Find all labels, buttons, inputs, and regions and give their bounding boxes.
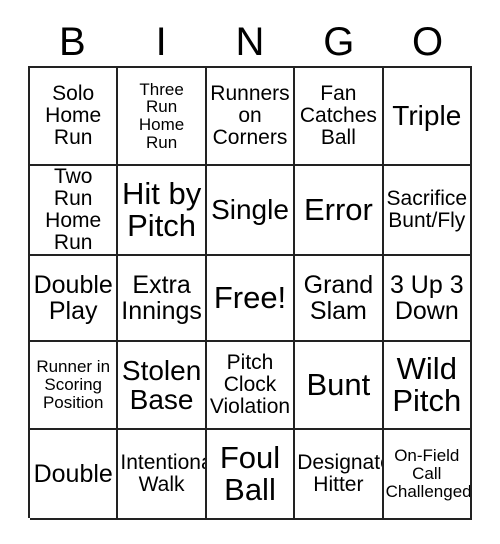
bingo-cell[interactable]: Solo Home Run: [30, 68, 119, 166]
bingo-cell[interactable]: Triple: [383, 68, 472, 166]
bingo-cell[interactable]: Intentional Walk: [118, 430, 207, 520]
bingo-free-cell[interactable]: Free!: [206, 256, 296, 342]
bingo-column-letter-b: B: [59, 20, 86, 64]
bingo-cell[interactable]: Sacrifice Bunt/Fly: [383, 166, 472, 256]
bingo-cell-label: 3 Up 3 Down: [389, 271, 464, 325]
bingo-cell[interactable]: Double Play: [30, 256, 119, 342]
bingo-cell-label: Error: [303, 191, 373, 227]
bingo-cell-label: Extra Innings: [121, 271, 202, 325]
bingo-cell[interactable]: Designated Hitter: [295, 430, 384, 520]
bingo-cell-label: Pitch Clock Violation: [209, 351, 291, 418]
bingo-cell[interactable]: Runners on Corners: [206, 68, 296, 166]
bingo-free-cell-label: Free!: [213, 279, 287, 315]
bingo-cell[interactable]: Bunt: [295, 342, 384, 430]
bingo-grid: Solo Home Run Three Run Home Run Runners…: [28, 66, 472, 520]
bingo-cell[interactable]: Pitch Clock Violation: [206, 342, 296, 430]
bingo-cell-label: Bunt: [306, 366, 371, 402]
bingo-header: B I N G O: [28, 18, 472, 66]
bingo-cell[interactable]: 3 Up 3 Down: [383, 256, 472, 342]
bingo-cell-label: Grand Slam: [303, 271, 374, 325]
bingo-cell-label: Runner in Scoring Position: [36, 357, 111, 412]
bingo-cell[interactable]: Hit by Pitch: [118, 166, 207, 256]
bingo-cell-label: Designated Hitter: [297, 451, 381, 496]
bingo-cell-label: Fan Catches Ball: [299, 82, 377, 149]
bingo-cell-label: Solo Home Run: [45, 82, 102, 149]
bingo-column-letter-i: I: [155, 20, 167, 64]
bingo-cell[interactable]: Stolen Base: [118, 342, 207, 430]
bingo-cell-label: Double Play: [33, 271, 113, 325]
bingo-cell[interactable]: Two Run Home Run: [30, 166, 119, 256]
bingo-cell-label: Wild Pitch: [392, 350, 462, 418]
bingo-cell[interactable]: Runner in Scoring Position: [30, 342, 119, 430]
bingo-cell-label: Three Run Home Run: [138, 79, 185, 152]
bingo-cell-label: Hit by Pitch: [121, 175, 202, 243]
bingo-cell-label: Foul Ball: [219, 439, 281, 507]
bingo-card: B I N G O Solo Home Run Three Run Home R…: [0, 0, 500, 544]
bingo-cell[interactable]: Grand Slam: [295, 256, 384, 342]
bingo-column-letter-n: N: [235, 20, 265, 64]
bingo-cell[interactable]: Error: [295, 166, 384, 256]
bingo-cell-label: Triple: [392, 100, 462, 132]
bingo-cell[interactable]: Wild Pitch: [383, 342, 472, 430]
bingo-column-letter-o: O: [412, 20, 444, 64]
bingo-cell-label: Two Run Home Run: [45, 166, 102, 254]
bingo-cell[interactable]: Extra Innings: [118, 256, 207, 342]
bingo-cell-label: Double: [33, 460, 113, 488]
bingo-cell[interactable]: Foul Ball: [206, 430, 296, 520]
bingo-cell[interactable]: Single: [206, 166, 296, 256]
bingo-cell[interactable]: Fan Catches Ball: [295, 68, 384, 166]
bingo-cell[interactable]: Three Run Home Run: [118, 68, 207, 166]
bingo-cell-label: Intentional Walk: [120, 451, 204, 496]
bingo-cell-label: Sacrifice Bunt/Fly: [386, 187, 468, 232]
bingo-cell-label: Stolen Base: [121, 354, 202, 415]
bingo-cell[interactable]: Double: [30, 430, 119, 520]
bingo-cell-label: Single: [211, 194, 289, 226]
bingo-column-letter-g: G: [323, 20, 355, 64]
bingo-cell[interactable]: On-Field Call Challenged: [383, 430, 472, 520]
bingo-cell-label: Runners on Corners: [210, 82, 290, 149]
bingo-cell-label: On-Field Call Challenged: [385, 446, 472, 501]
